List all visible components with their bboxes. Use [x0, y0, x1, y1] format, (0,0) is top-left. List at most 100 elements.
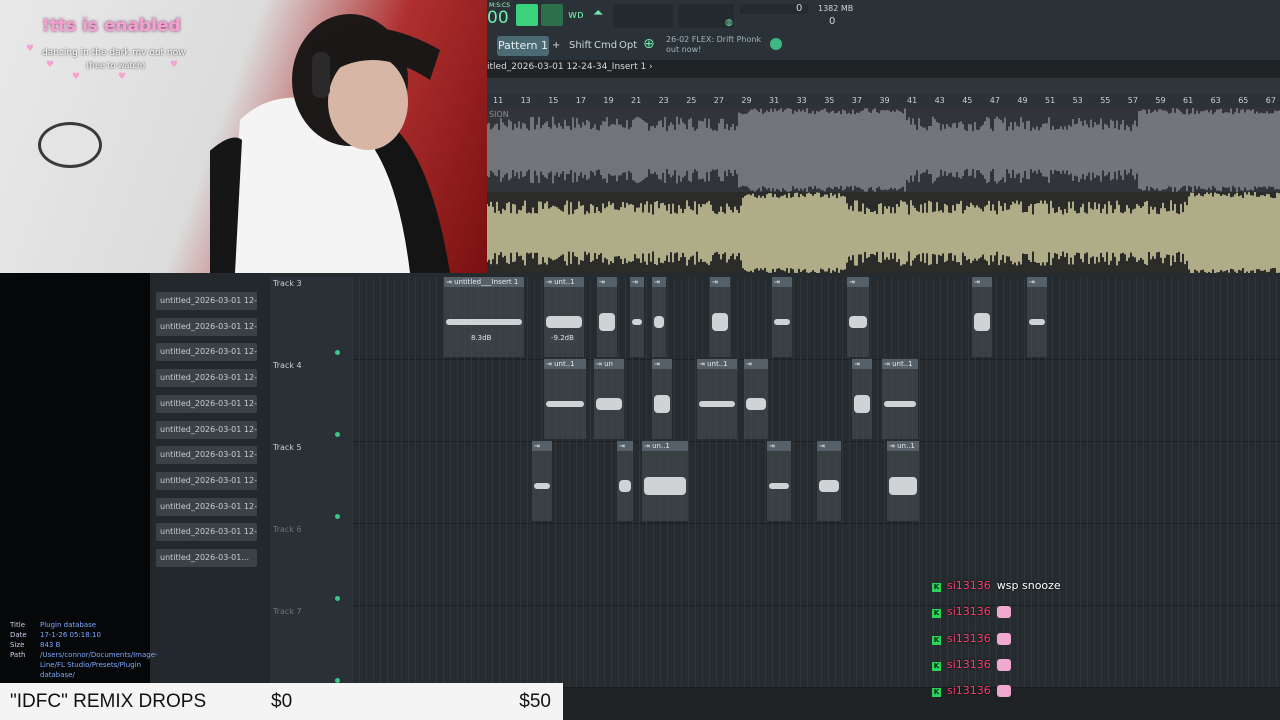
clip-icon: ⇥ [819, 442, 825, 450]
track-enable-icon[interactable] [335, 432, 340, 437]
clip-icon: ⇥ [654, 278, 660, 286]
audio-clip[interactable]: ⇥ [710, 277, 730, 357]
track-name: Track 4 [273, 361, 302, 370]
track-enable-icon[interactable] [335, 596, 340, 601]
clip-waveform [889, 477, 917, 495]
clip-header: ⇥ unt..1 [697, 359, 737, 369]
audio-clip[interactable]: ⇥ [617, 441, 633, 521]
clip-waveform [446, 319, 522, 325]
audio-clip[interactable]: ⇥ un..1 [887, 441, 919, 521]
audio-clip[interactable]: ⇥ [597, 277, 617, 357]
audio-clip[interactable]: ⇥ [630, 277, 644, 357]
browser-item[interactable]: untitled_2026-03-01 12-... [156, 394, 257, 413]
audio-clip[interactable]: ⇥ [652, 277, 666, 357]
audio-clip[interactable]: ⇥ [817, 441, 841, 521]
pattern-mode-button[interactable] [516, 4, 538, 26]
browser-item[interactable]: untitled_2026-03-01... [156, 549, 257, 567]
info-key: Date [10, 631, 27, 639]
toolbar-slot [613, 4, 673, 28]
browser-item[interactable]: untitled_2026-03-01 12-... [156, 317, 257, 336]
online-icon[interactable] [770, 38, 782, 50]
audio-clip[interactable]: ⇥ un [594, 359, 624, 439]
browser-item[interactable]: untitled_2026-03-01 12-... [156, 446, 257, 465]
track-header[interactable]: Track 7 [270, 605, 352, 688]
audio-clip[interactable]: ⇥ [652, 359, 672, 439]
audio-clip[interactable]: ⇥ unt..1 -9.2dB [544, 277, 584, 357]
clip-waveform [644, 477, 686, 495]
audio-clip[interactable]: ⇥ [852, 359, 872, 439]
clip-waveform [774, 319, 790, 325]
clip-label: unt..1 [707, 360, 728, 368]
waveform-icon[interactable]: ᴡᴅ [568, 8, 584, 21]
opt-button[interactable]: Opt [619, 40, 637, 51]
song-mode-button[interactable] [541, 4, 563, 26]
audio-clip[interactable]: ⇥ unt..1 [882, 359, 918, 439]
track-lane[interactable]: ⇥ untitled___Insert 1 8.3dB ⇥ unt..1 -9.2dB… [352, 277, 1280, 360]
browser-item[interactable]: untitled_2026-03-01 12-... [156, 343, 257, 362]
timeline-ruler[interactable]: 11 13 15 17 19 21 23 25 27 29 31 33 35 37 39 41 43 45 47 49… [487, 94, 1280, 108]
shift-button[interactable]: Shift [569, 40, 592, 51]
browser-item[interactable]: untitled_2026-03-01 12-... [156, 471, 257, 490]
pattern-selector[interactable]: Pattern 1 [497, 36, 549, 56]
donation-title: "IDFC" REMIX DROPS [10, 691, 207, 712]
track-lane[interactable] [352, 523, 1280, 606]
browser-item-label: untitled_2026-03-01 12-... [160, 501, 257, 511]
clip-icon: ⇥ [546, 278, 555, 286]
track-header[interactable]: Track 5 [270, 441, 352, 524]
news-icon[interactable]: ⊕ [643, 36, 655, 52]
browser-item[interactable]: untitled_2026-03-01 12-... [156, 523, 257, 542]
mod-badge-icon: K [932, 635, 941, 645]
audio-clip[interactable]: ⇥ [744, 359, 768, 439]
audio-clip[interactable]: ⇥ [532, 441, 552, 521]
clip-header: ⇥ [744, 359, 768, 369]
clip-waveform [769, 483, 789, 489]
clip-waveform [1029, 319, 1045, 325]
audio-clip[interactable]: ⇥ un..1 [642, 441, 688, 521]
scroll-bar[interactable] [487, 78, 1280, 94]
audio-clip[interactable]: ⇥ [847, 277, 869, 357]
audio-clip[interactable]: ⇥ untitled___Insert 1 8.3dB [444, 277, 524, 357]
browser-item[interactable]: untitled_2026-03-01 12-... [156, 420, 257, 439]
news-panel[interactable]: 26-02 FLEX: Drift Phonk out now! [666, 35, 761, 55]
browser-item[interactable]: untitled_2026-03-01 12-... [156, 497, 257, 516]
track-lane[interactable] [352, 605, 1280, 688]
audio-clip[interactable]: ⇥ [1027, 277, 1047, 357]
track-lane[interactable]: ⇥ unt..1 ⇥ un ⇥ ⇥ unt..1 ⇥ ⇥ ⇥ unt..1 [352, 359, 1280, 442]
add-pattern-button[interactable]: + [552, 40, 560, 51]
browser-item[interactable]: untitled_2026-03-01 12-... [156, 292, 257, 310]
track-enable-icon[interactable] [335, 350, 340, 355]
metronome-icon[interactable]: ⏶ [593, 6, 603, 21]
bar-number: 57 [1127, 96, 1138, 105]
streamer-image [210, 14, 450, 273]
audio-clip[interactable]: ⇥ unt..1 [544, 359, 586, 439]
track-name: Track 3 [273, 279, 302, 288]
webcam-feed [0, 0, 487, 273]
browser-panel: untitled_2026-03-01 12-... untitled_2026-… [150, 273, 270, 720]
bar-number: 13 [520, 96, 531, 105]
browser-item[interactable]: untitled_2026-03-01 12-... [156, 369, 257, 388]
audio-clip[interactable]: ⇥ [767, 441, 791, 521]
track-lane[interactable]: ⇥ ⇥ ⇥ un..1 ⇥ ⇥ ⇥ un..1 [352, 441, 1280, 524]
mod-badge-icon: K [932, 661, 941, 671]
audio-clip[interactable]: ⇥ [972, 277, 992, 357]
cmd-button[interactable]: Cmd [594, 40, 617, 51]
track-header[interactable]: Track 3 [270, 277, 352, 360]
audio-clip[interactable]: ⇥ unt..1 [697, 359, 737, 439]
track-header[interactable]: Track 4 [270, 359, 352, 442]
track-header[interactable]: Track 6 [270, 523, 352, 606]
clip-header: ⇥ [852, 359, 872, 369]
selected-waveform [487, 192, 1280, 274]
ceiling-light [38, 122, 102, 168]
browser-item-label: untitled_2026-03-01 12-... [160, 475, 257, 485]
audio-clip[interactable]: ⇥ [772, 277, 792, 357]
clip-icon: ⇥ [889, 442, 898, 450]
clip-icon: ⇥ [644, 442, 653, 450]
track-enable-icon[interactable] [335, 514, 340, 519]
heart-icon: ♥ [118, 72, 127, 82]
mod-badge-icon: K [932, 688, 941, 698]
bar-number: 29 [741, 96, 752, 105]
clip-header: ⇥ unt..1 [882, 359, 918, 369]
browser-item-label: untitled_2026-03-01 12-... [160, 321, 257, 331]
clip-icon: ⇥ [849, 278, 855, 286]
clip-waveform [654, 395, 670, 413]
